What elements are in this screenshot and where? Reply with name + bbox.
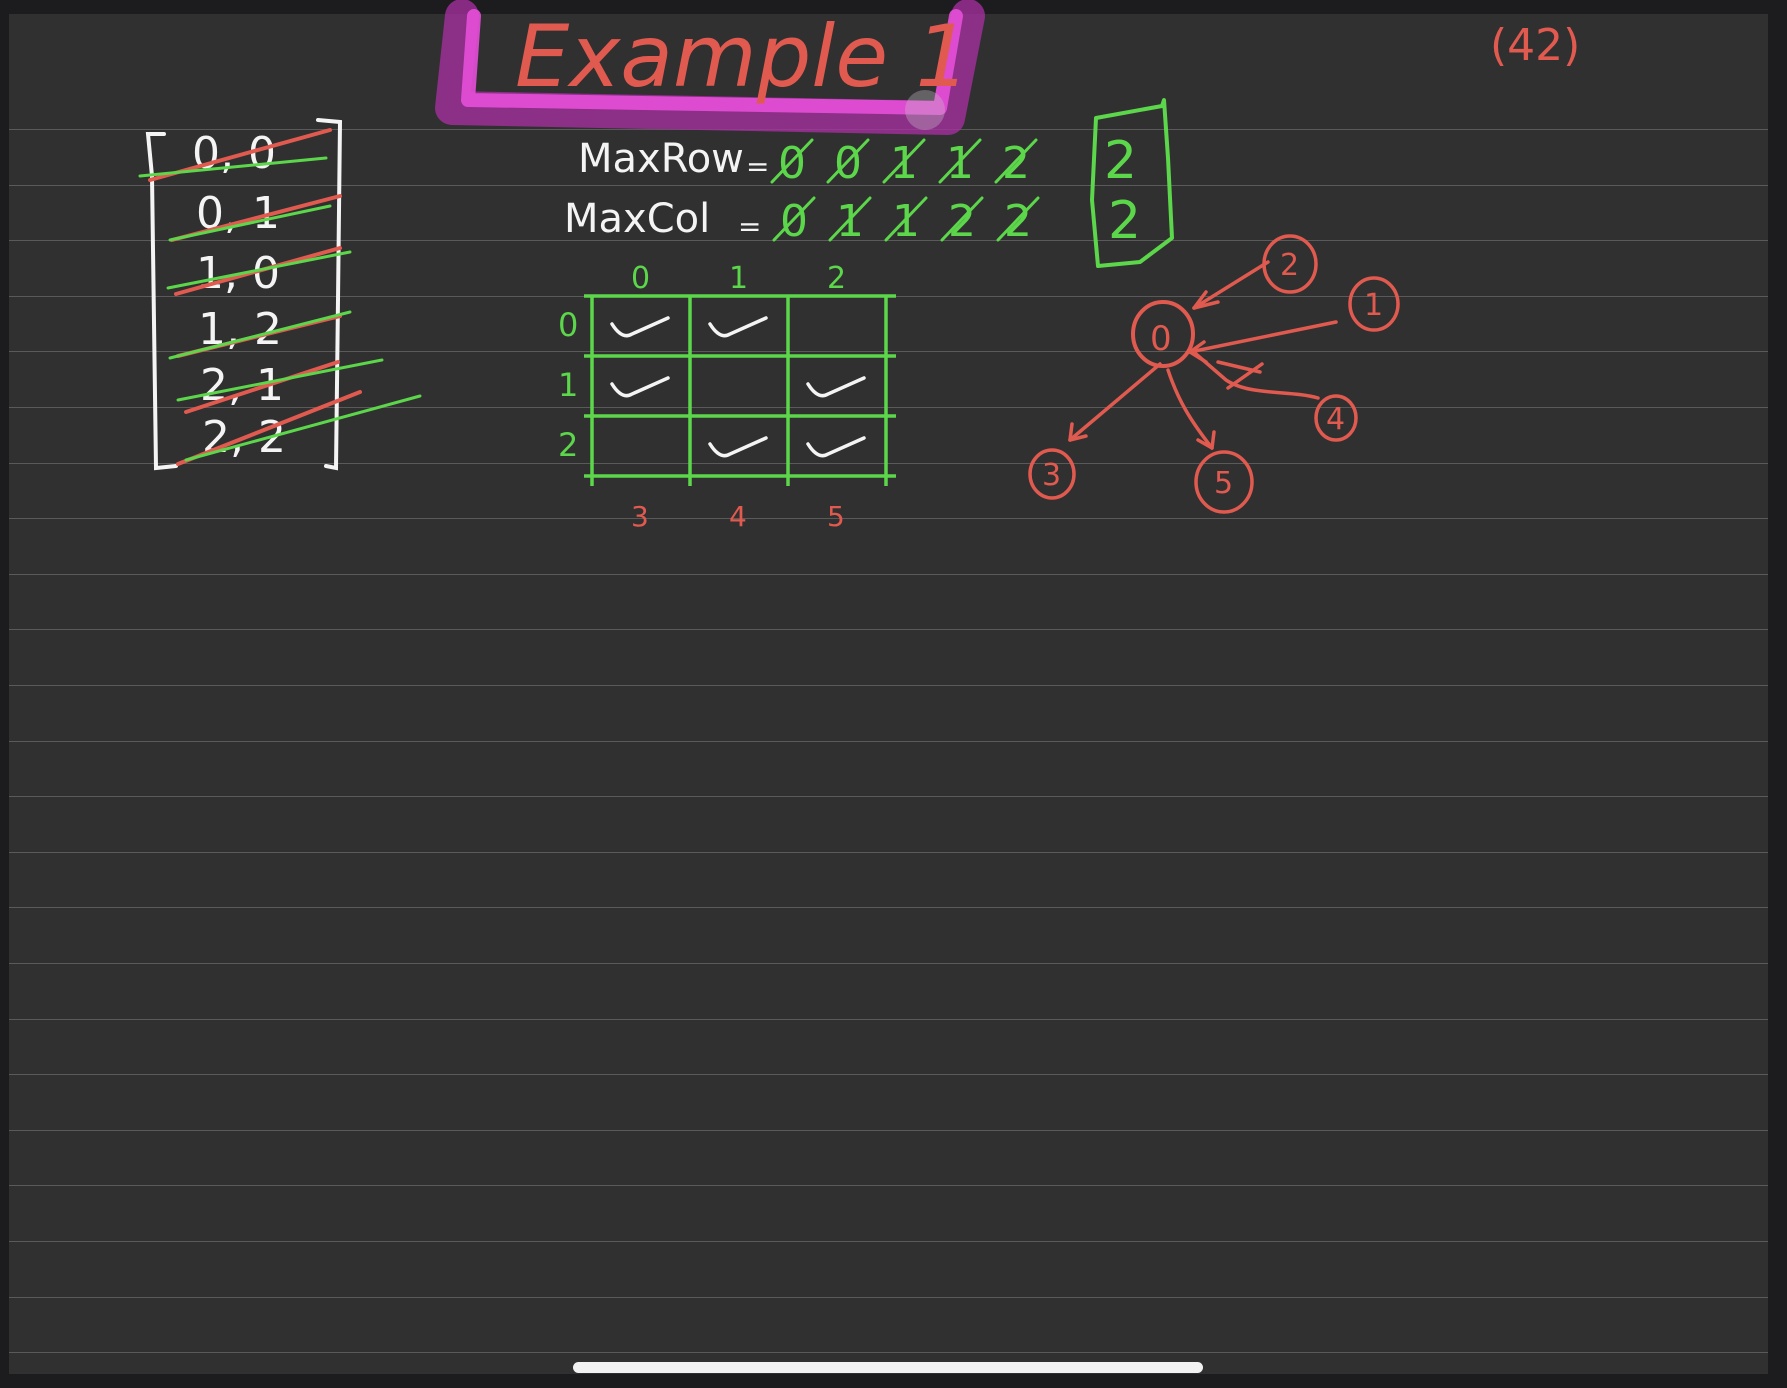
queue-list: 0, 0 0, 1 1, 0 1, 2 2, 1 2, 2 — [138, 118, 422, 471]
graph-diagram: 0 2 1 4 3 5 — [1028, 234, 1400, 514]
grid-diagram: 0 1 2 0 1 2 3 4 5 — [558, 261, 896, 533]
max-row-history-value: 1 — [890, 138, 918, 189]
max-row-label: MaxRow — [578, 136, 744, 182]
grid-check-marks — [610, 316, 866, 458]
max-col-result: 2 — [1108, 191, 1141, 251]
max-row-equals: = — [746, 150, 769, 183]
graph-node-center-label: 0 — [1150, 319, 1172, 359]
max-row-result: 2 — [1104, 131, 1137, 191]
graph-node-label: 2 — [1280, 248, 1299, 283]
queue-item: 0, 0 — [192, 128, 276, 179]
grid-check-mark — [806, 436, 866, 458]
grid-bottom-labels: 3 4 5 — [631, 500, 845, 533]
notebook-page: Example 1 (42) 0, 0 0, 1 1, 0 1, 2 2, 1 … — [0, 0, 1787, 1388]
max-row-history-value: 2 — [1002, 138, 1030, 189]
grid-col-header: 1 — [729, 261, 748, 296]
grid-bottom-label: 5 — [827, 500, 845, 533]
graph-node-label: 1 — [1364, 288, 1383, 323]
grid-row-headers: 0 1 2 — [558, 306, 578, 464]
max-col-history: 01122 — [772, 196, 1040, 247]
graph-node-label: 4 — [1326, 402, 1345, 437]
handwriting-layer: Example 1 (42) 0, 0 0, 1 1, 0 1, 2 2, 1 … — [138, 0, 1580, 533]
grid-col-headers: 0 1 2 — [631, 261, 846, 296]
grid-bottom-label: 4 — [729, 500, 747, 533]
max-col-history-value: 0 — [780, 196, 808, 247]
max-row-history-value: 1 — [946, 138, 974, 189]
grid-col-header: 0 — [631, 261, 650, 296]
home-indicator[interactable] — [573, 1362, 1203, 1373]
max-row-history-value: 0 — [834, 138, 862, 189]
grid-row-header: 1 — [558, 366, 578, 404]
max-row-history-value: 0 — [778, 138, 806, 189]
grid-check-mark — [708, 316, 768, 338]
max-col-history-value: 2 — [1004, 196, 1032, 247]
grid-row-header: 2 — [558, 426, 578, 464]
grid-check-mark — [708, 436, 768, 458]
max-col-history-value: 1 — [836, 196, 864, 247]
max-col-equals: = — [738, 210, 761, 243]
grid-col-header: 2 — [827, 261, 846, 296]
grid-lines — [584, 294, 896, 486]
graph-node-label: 3 — [1042, 458, 1061, 493]
grid-row-header: 0 — [558, 306, 578, 344]
page-title: Example 1 — [515, 7, 970, 107]
max-col-label: MaxCol — [564, 196, 710, 242]
grid-check-mark — [610, 316, 670, 338]
graph-node-label: 5 — [1214, 466, 1233, 501]
max-row-history: 00112 — [770, 138, 1038, 189]
page-number: (42) — [1490, 20, 1580, 71]
graph-nodes: 2 1 4 3 5 — [1028, 234, 1400, 514]
max-col-history-value: 1 — [892, 196, 920, 247]
grid-bottom-label: 3 — [631, 500, 649, 533]
grid-check-mark — [610, 376, 670, 398]
grid-check-mark — [806, 376, 866, 398]
max-col-history-value: 2 — [948, 196, 976, 247]
